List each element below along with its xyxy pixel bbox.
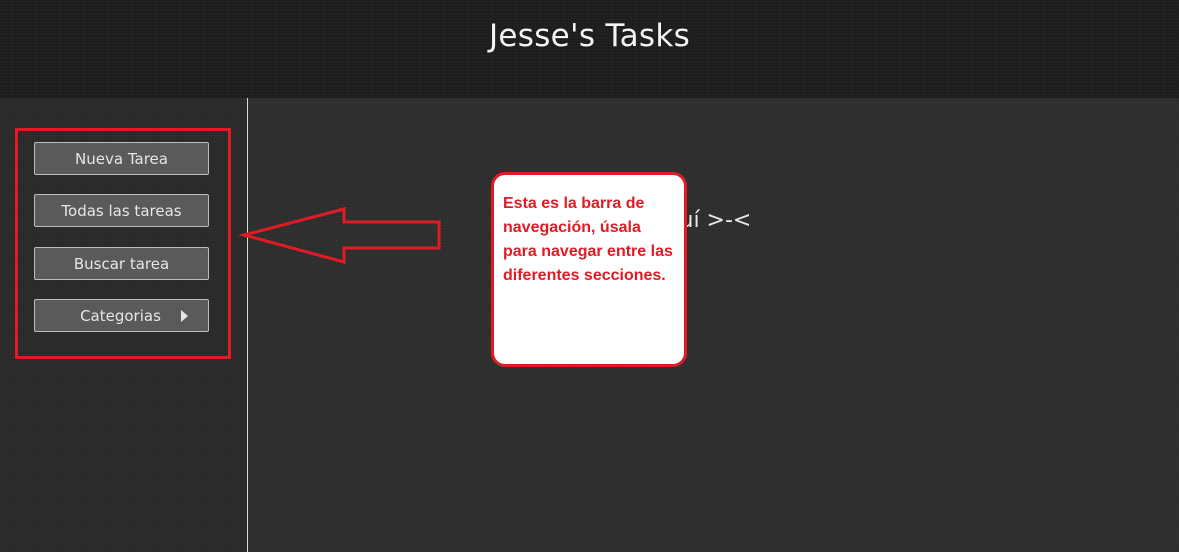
main-content [248,98,1179,552]
app-title: Jesse's Tasks [488,18,691,54]
annotation-highlight-box [15,128,231,359]
annotation-text: Esta es la barra de navegación, úsala pa… [503,195,673,284]
annotation-callout: Esta es la barra de navegación, úsala pa… [491,172,687,367]
app-header: Jesse's Tasks [0,0,1179,98]
annotation-arrow-icon [238,207,441,264]
